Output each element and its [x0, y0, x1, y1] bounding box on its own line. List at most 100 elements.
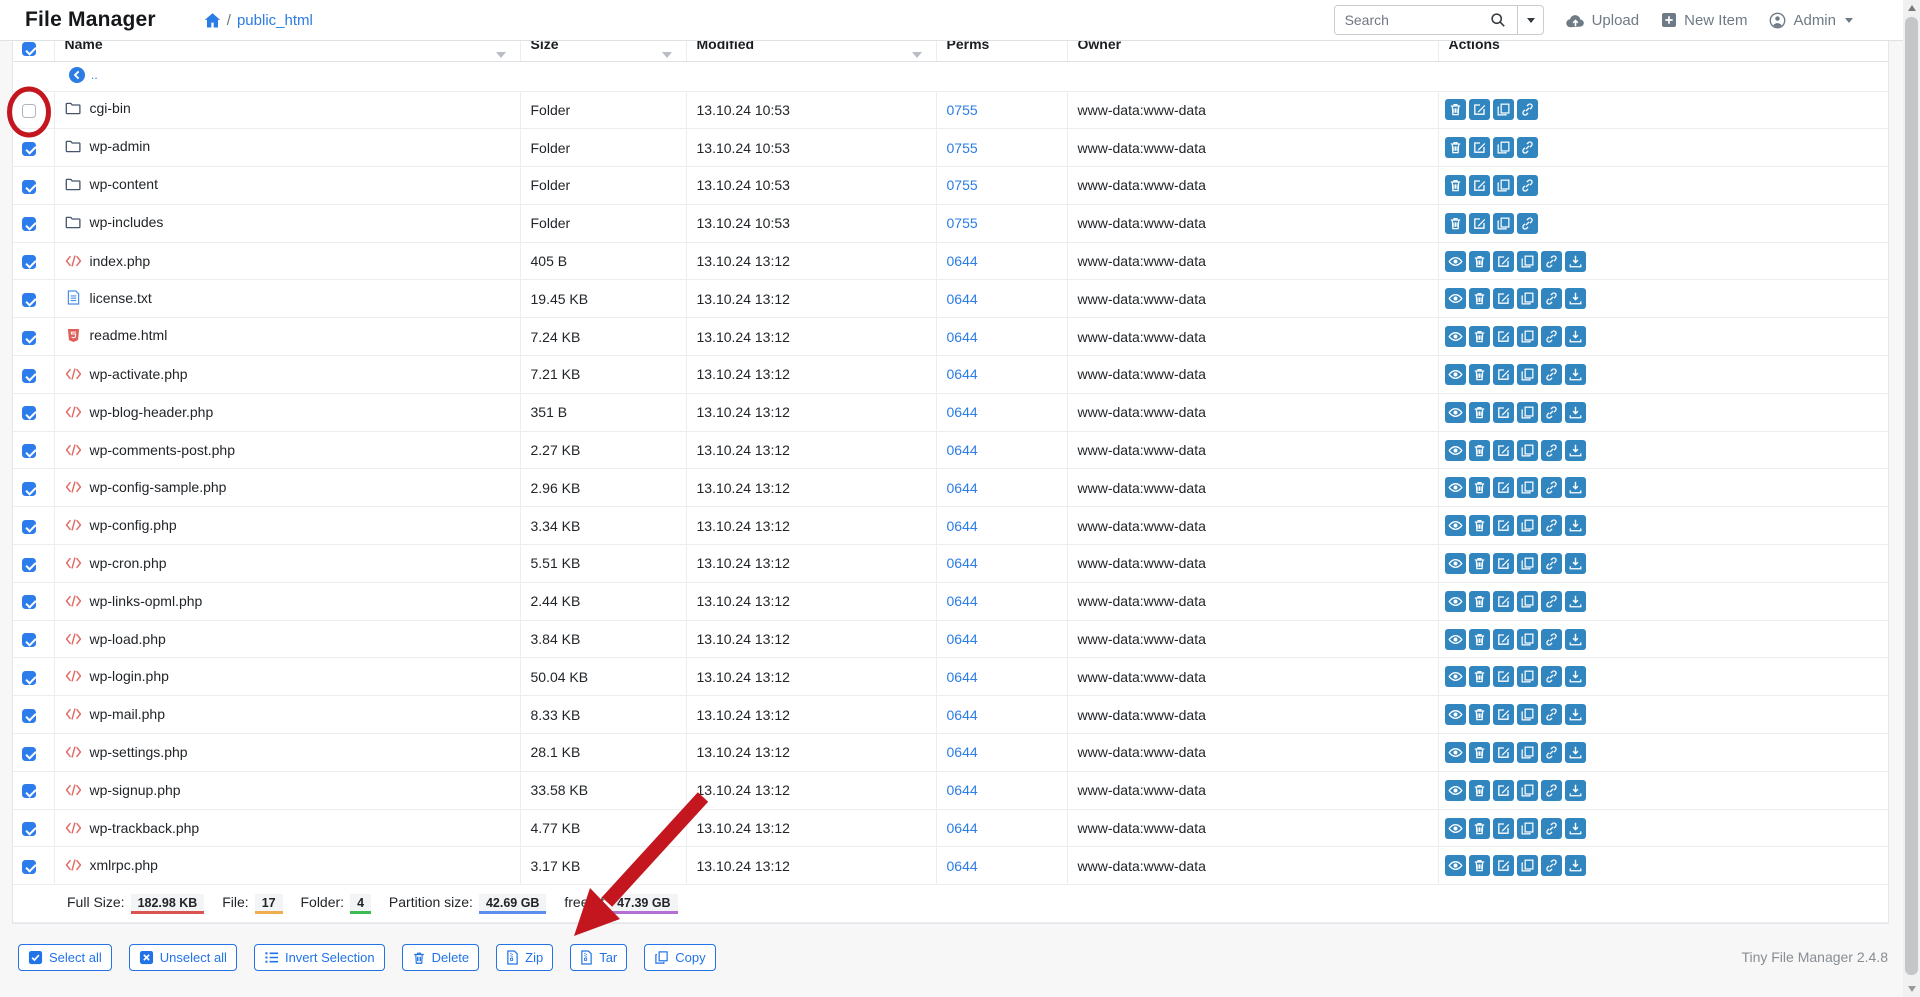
row-checkbox[interactable]	[22, 180, 36, 194]
perms-link[interactable]: 0755	[937, 102, 978, 118]
view-action-button[interactable]	[1445, 364, 1466, 385]
perms-link[interactable]: 0755	[937, 215, 978, 231]
download-action-button[interactable]	[1565, 780, 1586, 801]
breadcrumb-link-public-html[interactable]: public_html	[237, 12, 313, 29]
rename-action-button[interactable]	[1493, 629, 1514, 650]
rename-action-button[interactable]	[1493, 591, 1514, 612]
download-action-button[interactable]	[1565, 288, 1586, 309]
link-action-button[interactable]	[1541, 251, 1562, 272]
row-checkbox[interactable]	[22, 709, 36, 723]
rename-action-button[interactable]	[1493, 855, 1514, 876]
perms-link[interactable]: 0644	[937, 442, 978, 458]
delete-action-button[interactable]	[1469, 780, 1490, 801]
zip-button[interactable]: Zip	[496, 944, 553, 971]
row-checkbox[interactable]	[22, 406, 36, 420]
row-checkbox[interactable]	[22, 444, 36, 458]
row-checkbox[interactable]	[22, 104, 36, 118]
file-name-link[interactable]: readme.html	[55, 327, 168, 343]
copy-action-button[interactable]	[1517, 364, 1538, 385]
scroll-up-arrow[interactable]	[1903, 0, 1920, 16]
delete-action-button[interactable]	[1469, 440, 1490, 461]
rename-action-button[interactable]	[1493, 440, 1514, 461]
file-name-link[interactable]: wp-cron.php	[55, 555, 167, 571]
row-checkbox[interactable]	[22, 595, 36, 609]
link-action-button[interactable]	[1517, 137, 1538, 158]
perms-link[interactable]: 0644	[937, 707, 978, 723]
download-action-button[interactable]	[1565, 742, 1586, 763]
copy-action-button[interactable]	[1517, 440, 1538, 461]
file-name-link[interactable]: wp-blog-header.php	[55, 404, 214, 420]
row-checkbox[interactable]	[22, 217, 36, 231]
invert-selection-button[interactable]: Invert Selection	[254, 944, 385, 971]
download-action-button[interactable]	[1565, 364, 1586, 385]
link-action-button[interactable]	[1541, 780, 1562, 801]
copy-action-button[interactable]	[1517, 704, 1538, 725]
row-checkbox[interactable]	[22, 822, 36, 836]
view-action-button[interactable]	[1445, 855, 1466, 876]
copy-action-button[interactable]	[1517, 326, 1538, 347]
perms-link[interactable]: 0644	[937, 518, 978, 534]
file-name-link[interactable]: cgi-bin	[55, 100, 131, 116]
delete-action-button[interactable]	[1469, 855, 1490, 876]
file-name-link[interactable]: xmlrpc.php	[55, 857, 158, 873]
view-action-button[interactable]	[1445, 553, 1466, 574]
rename-action-button[interactable]	[1469, 175, 1490, 196]
delete-action-button[interactable]	[1469, 326, 1490, 347]
link-action-button[interactable]	[1517, 213, 1538, 234]
delete-action-button[interactable]	[1445, 175, 1466, 196]
copy-action-button[interactable]	[1517, 402, 1538, 423]
download-action-button[interactable]	[1565, 515, 1586, 536]
perms-link[interactable]: 0644	[937, 253, 978, 269]
download-action-button[interactable]	[1565, 666, 1586, 687]
rename-action-button[interactable]	[1493, 780, 1514, 801]
copy-button[interactable]: Copy	[644, 944, 715, 971]
delete-action-button[interactable]	[1469, 477, 1490, 498]
rename-action-button[interactable]	[1493, 742, 1514, 763]
scrollbar-thumb[interactable]	[1905, 17, 1918, 975]
delete-action-button[interactable]	[1469, 666, 1490, 687]
perms-link[interactable]: 0644	[937, 593, 978, 609]
rename-action-button[interactable]	[1493, 477, 1514, 498]
rename-action-button[interactable]	[1493, 402, 1514, 423]
copy-action-button[interactable]	[1517, 251, 1538, 272]
delete-action-button[interactable]	[1469, 704, 1490, 725]
delete-action-button[interactable]	[1445, 137, 1466, 158]
copy-action-button[interactable]	[1517, 515, 1538, 536]
perms-link[interactable]: 0755	[937, 177, 978, 193]
delete-button[interactable]: Delete	[402, 944, 480, 971]
perms-link[interactable]: 0644	[937, 366, 978, 382]
delete-action-button[interactable]	[1469, 818, 1490, 839]
tar-button[interactable]: Tar	[570, 944, 627, 971]
file-name-link[interactable]: wp-config-sample.php	[55, 479, 227, 495]
search-options-caret[interactable]	[1517, 6, 1543, 34]
perms-link[interactable]: 0644	[937, 404, 978, 420]
rename-action-button[interactable]	[1493, 515, 1514, 536]
view-action-button[interactable]	[1445, 818, 1466, 839]
row-checkbox[interactable]	[22, 331, 36, 345]
column-header-size[interactable]: Size	[520, 41, 686, 61]
view-action-button[interactable]	[1445, 515, 1466, 536]
perms-link[interactable]: 0644	[937, 858, 978, 874]
download-action-button[interactable]	[1565, 477, 1586, 498]
row-checkbox[interactable]	[22, 558, 36, 572]
copy-action-button[interactable]	[1493, 137, 1514, 158]
view-action-button[interactable]	[1445, 591, 1466, 612]
upload-button[interactable]: Upload	[1566, 12, 1640, 29]
row-checkbox[interactable]	[22, 520, 36, 534]
delete-action-button[interactable]	[1469, 402, 1490, 423]
link-action-button[interactable]	[1541, 591, 1562, 612]
delete-action-button[interactable]	[1469, 251, 1490, 272]
row-checkbox[interactable]	[22, 255, 36, 269]
copy-action-button[interactable]	[1493, 99, 1514, 120]
delete-action-button[interactable]	[1469, 364, 1490, 385]
delete-action-button[interactable]	[1445, 99, 1466, 120]
delete-action-button[interactable]	[1469, 288, 1490, 309]
delete-action-button[interactable]	[1469, 591, 1490, 612]
download-action-button[interactable]	[1565, 629, 1586, 650]
link-action-button[interactable]	[1541, 629, 1562, 650]
link-action-button[interactable]	[1517, 99, 1538, 120]
view-action-button[interactable]	[1445, 251, 1466, 272]
download-action-button[interactable]	[1565, 251, 1586, 272]
file-name-link[interactable]: wp-signup.php	[55, 782, 181, 798]
rename-action-button[interactable]	[1469, 99, 1490, 120]
